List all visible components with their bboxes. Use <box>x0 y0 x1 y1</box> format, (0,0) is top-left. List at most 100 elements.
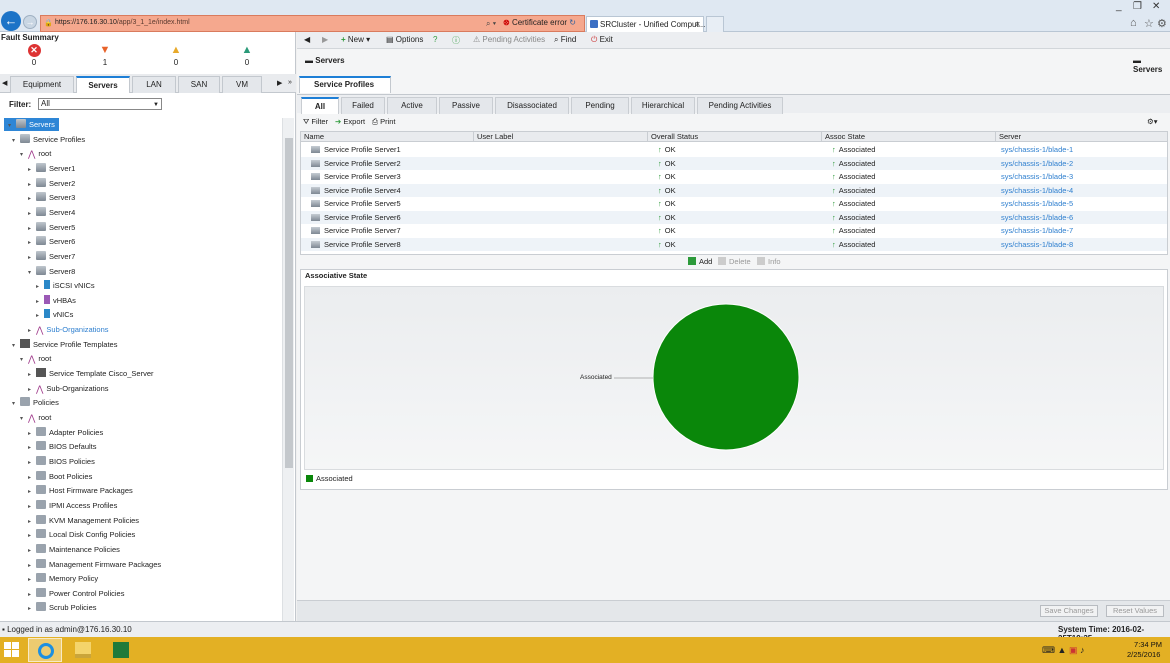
scrollbar-thumb[interactable] <box>285 138 293 468</box>
tree-node[interactable]: ▾ ⋀ root <box>20 147 51 160</box>
subtab-pending[interactable]: Pending <box>571 97 629 114</box>
forward-nav-icon[interactable]: ▶ <box>322 35 328 44</box>
tree-toggle-icon[interactable]: ▸ <box>28 384 36 397</box>
tab-close-icon[interactable]: × <box>695 19 700 29</box>
help-icon[interactable]: ? <box>433 35 437 44</box>
tree-toggle-icon[interactable]: ▸ <box>28 603 36 616</box>
tree-node[interactable]: ▾ Service Profiles <box>12 133 85 146</box>
pending-activities-button[interactable]: ⚠ Pending Activities <box>473 35 545 44</box>
address-bar[interactable]: 🔒 https://176.16.30.10/app/3_1_1e/index.… <box>40 15 585 32</box>
column-header-assoc-state[interactable]: Assoc State <box>822 132 996 142</box>
table-cell-server[interactable]: sys/chassis-1/blade-6 <box>1001 213 1073 222</box>
subtab-hierarchical[interactable]: Hierarchical <box>631 97 695 114</box>
tab-servers[interactable]: Servers <box>76 76 130 93</box>
tree-toggle-icon[interactable]: ▾ <box>8 120 16 133</box>
clock-time[interactable]: 7:34 PM <box>1133 640 1163 649</box>
tab-overflow-icon[interactable]: » <box>288 79 292 86</box>
subtab-active[interactable]: Active <box>387 97 437 114</box>
new-tab-button[interactable] <box>706 16 724 32</box>
table-cell-server[interactable]: sys/chassis-1/blade-8 <box>1001 240 1073 249</box>
export-button[interactable]: ➔ Export <box>335 117 365 126</box>
table-cell-server[interactable]: sys/chassis-1/blade-7 <box>1001 226 1073 235</box>
table-row[interactable]: Service Profile Server6 ↑ OK ↑ Associated sys… <box>301 210 1167 224</box>
tree-toggle-icon[interactable]: ▸ <box>28 545 36 558</box>
tree-node[interactable]: ▸ Server2 <box>28 177 75 190</box>
table-row[interactable]: Service Profile Server8 ↑ OK ↑ Associated sys… <box>301 237 1167 251</box>
browser-tab[interactable]: SRCluster - Unified Comput... × <box>586 16 705 32</box>
tree-node[interactable]: ▾ Policies <box>12 396 59 409</box>
tree-toggle-icon[interactable]: ▾ <box>12 340 20 353</box>
tree-toggle-icon[interactable]: ▸ <box>28 428 36 441</box>
tree-toggle-icon[interactable]: ▸ <box>28 164 36 177</box>
back-nav-icon[interactable]: ◀ <box>304 35 310 44</box>
tree-node[interactable]: ▸ KVM Management Policies <box>28 514 139 527</box>
tree-node[interactable]: ▸ Server6 <box>28 235 75 248</box>
subtab-pending-activities[interactable]: Pending Activities <box>697 97 783 114</box>
tab-san[interactable]: SAN <box>178 76 220 93</box>
tree-node[interactable]: ▸ vNICs <box>36 308 73 321</box>
breadcrumb[interactable]: ▬ Servers <box>305 56 345 65</box>
tab-vm[interactable]: VM <box>222 76 262 93</box>
tree-node[interactable]: ▸ iSCSI vNICs <box>36 279 95 292</box>
pie-slice[interactable] <box>652 303 800 451</box>
column-header-name[interactable]: Name <box>301 132 474 142</box>
tree-node[interactable]: ▸ IPMI Access Profiles <box>28 499 117 512</box>
tree-node[interactable]: ▸ BIOS Defaults <box>28 440 97 453</box>
file-explorer-icon[interactable] <box>66 638 100 662</box>
tree-toggle-icon[interactable]: ▸ <box>28 516 36 529</box>
tree-node[interactable]: ▾ Servers <box>4 118 59 131</box>
subtab-all[interactable]: All <box>301 97 339 114</box>
tree-node[interactable]: ▾ ⋀ root <box>20 411 51 424</box>
tree-node[interactable]: ▸ Scrub Policies <box>28 601 97 614</box>
tree-node[interactable]: ▾ Server8 <box>28 265 75 278</box>
info-button[interactable]: Info <box>757 257 781 266</box>
column-header-overall-status[interactable]: Overall Status <box>648 132 822 142</box>
tab-scroll-right-icon[interactable]: ▶ <box>277 79 282 87</box>
exit-button[interactable]: ⏻ Exit <box>591 35 613 45</box>
tab-lan[interactable]: LAN <box>132 76 176 93</box>
tree-toggle-icon[interactable]: ▸ <box>36 296 44 309</box>
table-cell-server[interactable]: sys/chassis-1/blade-4 <box>1001 186 1073 195</box>
tab-equipment[interactable]: Equipment <box>10 76 74 93</box>
tab-scroll-left-icon[interactable]: ◀ <box>2 79 7 87</box>
tree-node[interactable]: ▾ ⋀ root <box>20 352 51 365</box>
fault-major[interactable]: ▼ 1 <box>85 44 125 67</box>
forward-arrow-icon[interactable]: → <box>23 15 37 29</box>
tree-node[interactable]: ▸ Server7 <box>28 250 75 263</box>
tree-node[interactable]: ▸ Server3 <box>28 191 75 204</box>
table-cell-server[interactable]: sys/chassis-1/blade-3 <box>1001 172 1073 181</box>
tree-node[interactable]: ▸ Server5 <box>28 221 75 234</box>
windows-start-icon[interactable] <box>4 642 20 658</box>
subtab-failed[interactable]: Failed <box>341 97 385 114</box>
breadcrumb-right[interactable]: ▬ Servers <box>1133 56 1170 74</box>
filter-button[interactable]: ⛛ Filter <box>303 117 328 127</box>
options-button[interactable]: ▤ Options <box>386 35 423 44</box>
fault-warning[interactable]: ▲ 0 <box>227 44 267 67</box>
table-row[interactable]: Service Profile Server1 ↑ OK ↑ Associated sys… <box>301 143 1167 157</box>
tree-toggle-icon[interactable]: ▸ <box>28 486 36 499</box>
tree-scrollbar[interactable] <box>282 118 294 621</box>
fault-minor[interactable]: ▲ 0 <box>156 44 196 67</box>
back-arrow-icon[interactable]: ← <box>1 11 21 31</box>
fault-critical[interactable]: ✕ 0 <box>14 44 54 67</box>
clock-date[interactable]: 2/25/2016 <box>1127 650 1160 659</box>
tree-toggle-icon[interactable]: ▸ <box>28 530 36 543</box>
table-cell-server[interactable]: sys/chassis-1/blade-1 <box>1001 145 1073 154</box>
tree-node[interactable]: ▸ Adapter Policies <box>28 426 103 439</box>
close-icon[interactable]: ✕ <box>1152 1 1160 12</box>
grid-settings-gear-icon[interactable]: ⚙▾ <box>1147 117 1158 126</box>
table-row[interactable]: Service Profile Server4 ↑ OK ↑ Associated sys… <box>301 183 1167 197</box>
column-header-server[interactable]: Server <box>996 132 1167 142</box>
search-dropdown-icon[interactable]: ⌕ ▾ <box>486 19 496 29</box>
tree-toggle-icon[interactable]: ▸ <box>28 252 36 265</box>
subtab-passive[interactable]: Passive <box>439 97 493 114</box>
settings-gear-icon[interactable]: ⚙ <box>1157 17 1167 30</box>
tree-toggle-icon[interactable]: ▸ <box>28 501 36 514</box>
table-row[interactable]: Service Profile Server7 ↑ OK ↑ Associated sys… <box>301 224 1167 238</box>
tree-toggle-icon[interactable]: ▾ <box>20 149 28 162</box>
minimize-icon[interactable]: _ <box>1116 1 1122 12</box>
tree-toggle-icon[interactable]: ▾ <box>20 354 28 367</box>
filter-select[interactable]: All ▼ <box>38 98 162 110</box>
column-header-user-label[interactable]: User Label <box>474 132 648 142</box>
tab-service-profiles[interactable]: Service Profiles <box>299 76 391 93</box>
